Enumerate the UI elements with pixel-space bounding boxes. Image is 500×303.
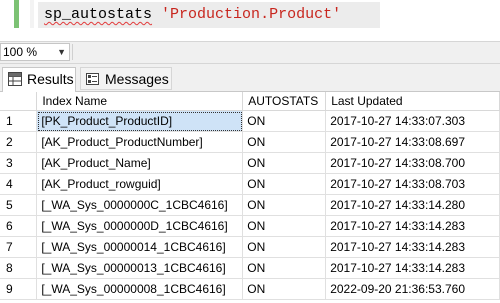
cell-index-name[interactable]: [PK_Product_ProductID] xyxy=(36,110,244,132)
row-number[interactable]: 5 xyxy=(0,194,38,216)
cell-last-updated[interactable]: 2017-10-27 14:33:14.283 xyxy=(325,257,500,279)
cell-last-updated[interactable]: 2017-10-27 14:33:07.303 xyxy=(325,110,500,132)
row-number[interactable]: 4 xyxy=(0,173,38,195)
cell-autostats[interactable]: ON xyxy=(242,152,327,174)
code-command: sp_autostats xyxy=(44,6,153,23)
cell-autostats[interactable]: ON xyxy=(242,131,327,153)
change-tracking-bar xyxy=(14,0,19,28)
tab-messages-label: Messages xyxy=(105,71,169,87)
cell-index-name[interactable]: [_WA_Sys_00000014_1CBC4616] xyxy=(36,236,244,258)
cell-last-updated[interactable]: 2017-10-27 14:33:14.283 xyxy=(325,215,500,237)
cell-last-updated[interactable]: 2017-10-27 14:33:08.703 xyxy=(325,173,500,195)
zoom-dropdown[interactable]: 100 % ▼ xyxy=(0,43,70,61)
row-number-header[interactable] xyxy=(0,92,38,111)
table-row[interactable]: 1 [PK_Product_ProductID] ON 2017-10-27 1… xyxy=(0,110,500,132)
cell-autostats[interactable]: ON xyxy=(242,278,327,300)
cell-index-name[interactable]: [_WA_Sys_0000000D_1CBC4616] xyxy=(36,215,244,237)
row-number[interactable]: 9 xyxy=(0,278,38,300)
results-table: Index Name AUTOSTATS Last Updated 1 [PK_… xyxy=(0,92,500,300)
divider xyxy=(72,44,73,60)
zoom-value: 100 % xyxy=(3,45,38,59)
cell-index-name[interactable]: [_WA_Sys_00000008_1CBC4616] xyxy=(36,278,244,300)
row-number[interactable]: 1 xyxy=(0,110,38,132)
table-row[interactable]: 6 [_WA_Sys_0000000D_1CBC4616] ON 2017-10… xyxy=(0,215,500,237)
table-row[interactable]: 7 [_WA_Sys_00000014_1CBC4616] ON 2017-10… xyxy=(0,236,500,258)
cell-autostats[interactable]: ON xyxy=(242,173,327,195)
cell-index-name[interactable]: [_WA_Sys_00000013_1CBC4616] xyxy=(36,257,244,279)
grid-icon xyxy=(8,72,22,86)
cell-autostats[interactable]: ON xyxy=(242,257,327,279)
tab-results-label: Results xyxy=(27,71,74,87)
zoom-bar: 100 % ▼ xyxy=(0,41,500,64)
column-header-last-updated[interactable]: Last Updated xyxy=(325,92,500,111)
tab-messages[interactable]: Messages xyxy=(80,67,172,90)
table-row[interactable]: 3 [AK_Product_Name] ON 2017-10-27 14:33:… xyxy=(0,152,500,174)
cell-last-updated[interactable]: 2017-10-27 14:33:14.283 xyxy=(325,236,500,258)
cell-autostats[interactable]: ON xyxy=(242,194,327,216)
results-grid[interactable]: Index Name AUTOSTATS Last Updated 1 [PK_… xyxy=(0,92,500,303)
query-editor[interactable]: sp_autostats 'Production.Product' xyxy=(0,0,500,40)
column-header-index-name[interactable]: Index Name xyxy=(36,92,244,111)
results-tab-strip: Results Messages xyxy=(0,64,500,92)
row-number[interactable]: 2 xyxy=(0,131,38,153)
row-number[interactable]: 3 xyxy=(0,152,38,174)
cell-index-name[interactable]: [AK_Product_ProductNumber] xyxy=(36,131,244,153)
table-row[interactable]: 5 [_WA_Sys_0000000C_1CBC4616] ON 2017-10… xyxy=(0,194,500,216)
cell-autostats[interactable]: ON xyxy=(242,236,327,258)
header-row: Index Name AUTOSTATS Last Updated xyxy=(0,92,500,111)
cell-last-updated[interactable]: 2017-10-27 14:33:08.697 xyxy=(325,131,500,153)
cell-autostats[interactable]: ON xyxy=(242,215,327,237)
editor-margin xyxy=(0,0,14,40)
chevron-down-icon[interactable]: ▼ xyxy=(57,44,66,60)
cell-index-name[interactable]: [AK_Product_rowguid] xyxy=(36,173,244,195)
table-row[interactable]: 8 [_WA_Sys_00000013_1CBC4616] ON 2017-10… xyxy=(0,257,500,279)
cell-autostats[interactable]: ON xyxy=(242,110,327,132)
cell-index-name[interactable]: [_WA_Sys_0000000C_1CBC4616] xyxy=(36,194,244,216)
selection-margin xyxy=(30,0,34,28)
cell-last-updated[interactable]: 2017-10-27 14:33:14.280 xyxy=(325,194,500,216)
messages-icon xyxy=(86,73,99,85)
table-row[interactable]: 2 [AK_Product_ProductNumber] ON 2017-10-… xyxy=(0,131,500,153)
code-string-argument: 'Production.Product' xyxy=(161,6,342,23)
tab-results[interactable]: Results xyxy=(2,67,76,92)
column-header-autostats[interactable]: AUTOSTATS xyxy=(242,92,327,111)
cell-last-updated[interactable]: 2022-09-20 21:36:53.760 xyxy=(325,278,500,300)
row-number[interactable]: 8 xyxy=(0,257,38,279)
code-line[interactable]: sp_autostats 'Production.Product' xyxy=(44,5,341,25)
row-number[interactable]: 7 xyxy=(0,236,38,258)
cell-last-updated[interactable]: 2017-10-27 14:33:08.700 xyxy=(325,152,500,174)
cell-index-name[interactable]: [AK_Product_Name] xyxy=(36,152,244,174)
table-row[interactable]: 9 [_WA_Sys_00000008_1CBC4616] ON 2022-09… xyxy=(0,278,500,300)
row-number[interactable]: 6 xyxy=(0,215,38,237)
table-row[interactable]: 4 [AK_Product_rowguid] ON 2017-10-27 14:… xyxy=(0,173,500,195)
